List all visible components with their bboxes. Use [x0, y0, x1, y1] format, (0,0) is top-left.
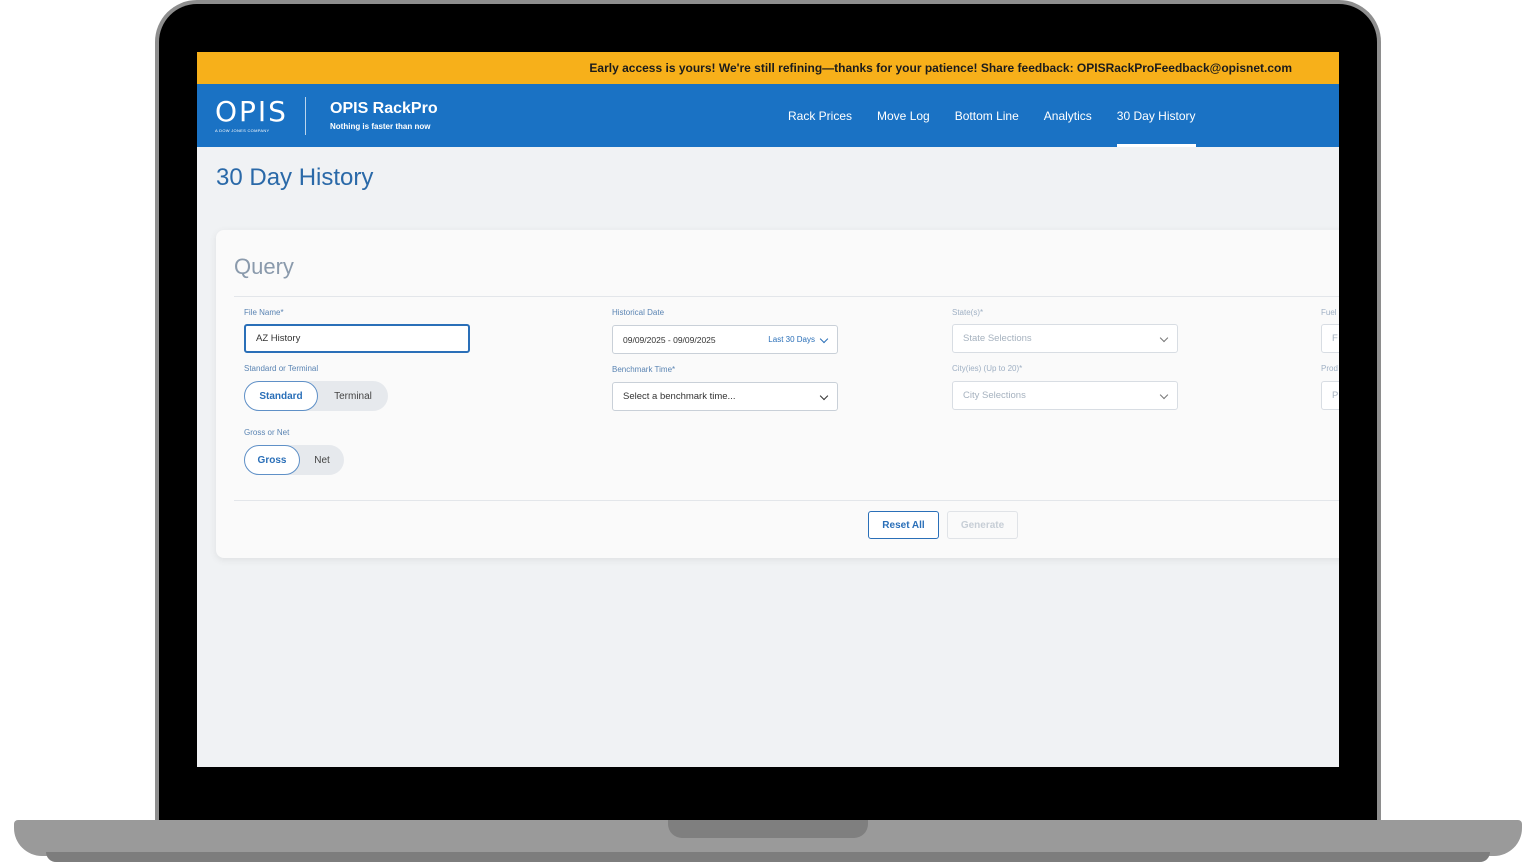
laptop-notch — [668, 820, 868, 838]
nav-bottom-line[interactable]: Bottom Line — [955, 84, 1019, 147]
file-name-input[interactable]: AZ History — [244, 324, 470, 353]
card-footer-divider — [234, 500, 1339, 501]
reset-all-button[interactable]: Reset All — [868, 511, 939, 539]
opis-logo[interactable]: OPIS A DOW JONES COMPANY — [215, 95, 288, 134]
nav-links: Rack Prices Move Log Bottom Line Analyti… — [788, 84, 1221, 147]
chevron-down-icon — [1159, 333, 1169, 343]
states-label: State(s)* — [952, 308, 984, 317]
historical-date-label: Historical Date — [612, 308, 665, 317]
historical-date-input[interactable]: 09/09/2025 - 09/09/2025 Last 30 Days — [612, 325, 838, 354]
states-select[interactable]: State Selections — [952, 324, 1178, 353]
cities-select[interactable]: City Selections — [952, 381, 1178, 410]
logo-text: OPIS — [215, 95, 288, 128]
date-preset-link[interactable]: Last 30 Days — [768, 335, 815, 344]
product-branding: OPIS RackPro Nothing is faster than now — [330, 100, 438, 131]
app-screen: Early access is yours! We're still refin… — [197, 52, 1339, 767]
file-name-label: File Name* — [244, 308, 284, 317]
file-name-value: AZ History — [256, 333, 301, 344]
laptop-base-shadow — [46, 852, 1490, 862]
chevron-down-icon — [819, 391, 829, 401]
top-navigation: OPIS A DOW JONES COMPANY OPIS RackPro No… — [197, 84, 1339, 147]
header-divider — [305, 96, 306, 135]
standard-terminal-label: Standard or Terminal — [244, 364, 319, 373]
card-divider — [234, 296, 1339, 297]
product-tagline: Nothing is faster than now — [330, 122, 431, 131]
net-option[interactable]: Net — [300, 445, 344, 475]
chevron-down-icon — [1159, 390, 1169, 400]
fuel-label: Fuel — [1321, 308, 1337, 317]
states-placeholder: State Selections — [963, 333, 1032, 344]
cities-label: City(ies) (Up to 20)* — [952, 364, 1023, 373]
benchmark-time-select[interactable]: Select a benchmark time... — [612, 382, 838, 411]
page-title: 30 Day History — [216, 164, 374, 191]
gross-net-label: Gross or Net — [244, 428, 290, 437]
product-label: Prod — [1321, 364, 1338, 373]
nav-analytics[interactable]: Analytics — [1044, 84, 1092, 147]
terminal-option[interactable]: Terminal — [318, 381, 388, 411]
nav-move-log[interactable]: Move Log — [877, 84, 930, 147]
generate-button[interactable]: Generate — [947, 511, 1018, 539]
standard-option[interactable]: Standard — [244, 381, 318, 411]
banner-text: Early access is yours! We're still refin… — [589, 61, 1292, 75]
query-title: Query — [234, 254, 294, 279]
gross-option[interactable]: Gross — [244, 445, 300, 475]
fuel-select[interactable]: F — [1321, 324, 1339, 353]
gross-net-toggle: Gross Net — [244, 445, 344, 475]
logo-subtext: A DOW JONES COMPANY — [215, 128, 270, 133]
nav-30-day-history[interactable]: 30 Day History — [1116, 84, 1196, 147]
historical-date-value: 09/09/2025 - 09/09/2025 — [623, 334, 716, 345]
benchmark-time-label: Benchmark Time* — [612, 365, 676, 374]
nav-rack-prices[interactable]: Rack Prices — [788, 84, 852, 147]
product-placeholder: P — [1332, 390, 1339, 401]
query-card: Query File Name* AZ History Standard or … — [216, 230, 1339, 558]
early-access-banner: Early access is yours! We're still refin… — [197, 52, 1339, 84]
cities-placeholder: City Selections — [963, 390, 1026, 401]
benchmark-time-placeholder: Select a benchmark time... — [623, 391, 736, 402]
product-select[interactable]: P — [1321, 381, 1339, 410]
fuel-placeholder: F — [1332, 333, 1338, 344]
standard-terminal-toggle: Standard Terminal — [244, 381, 388, 411]
product-name: OPIS RackPro — [330, 100, 438, 117]
chevron-down-icon — [819, 334, 829, 344]
